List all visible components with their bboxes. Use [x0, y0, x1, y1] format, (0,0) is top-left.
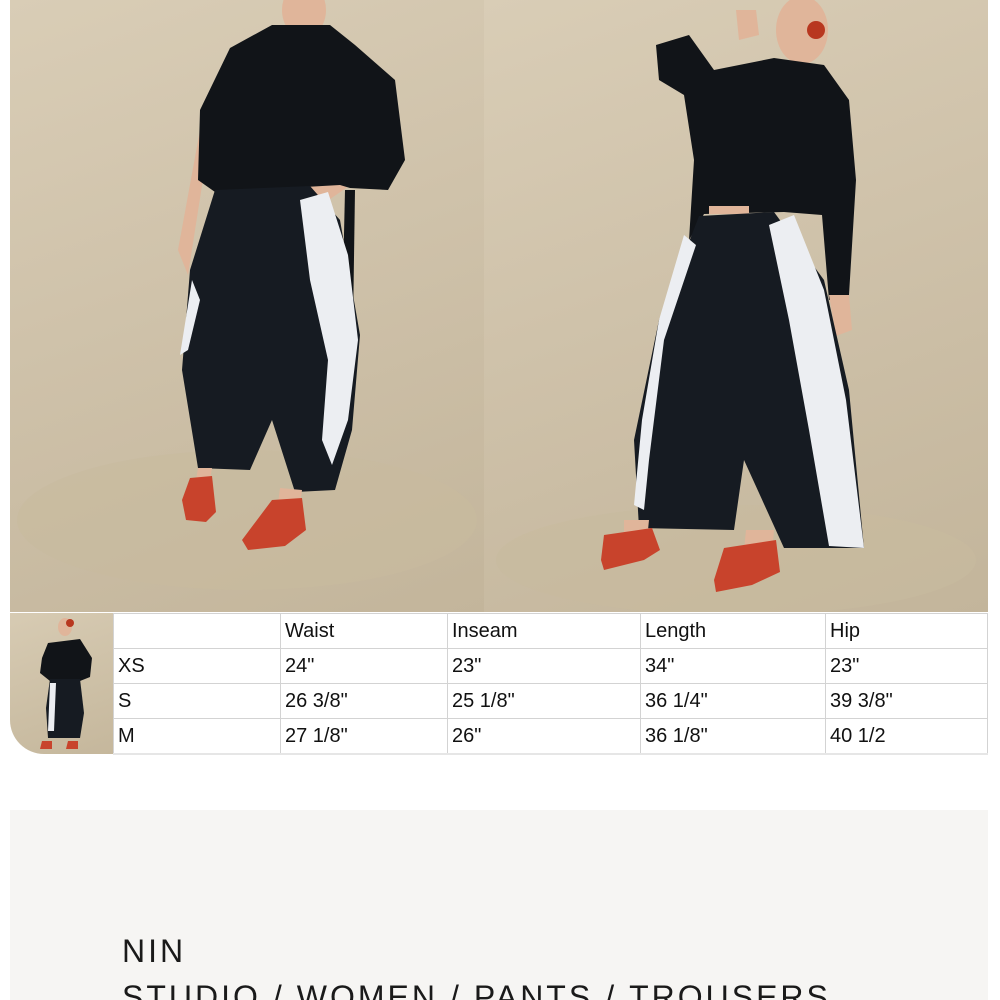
- product-photo-side[interactable]: [484, 0, 988, 612]
- header-cell-hip: Hip: [825, 613, 988, 649]
- size-row-xs: XS 24" 23" 34" 23": [113, 648, 988, 684]
- size-chart-header-row: Waist Inseam Length Hip: [113, 613, 988, 649]
- breadcrumb: NIN STUDIO / WOMEN / PANTS / TROUSERS: [122, 928, 828, 1000]
- waist-value: 24": [280, 648, 448, 684]
- model-front-illustration: [17, 0, 477, 590]
- size-label: S: [113, 683, 281, 719]
- breadcrumb-item-trousers[interactable]: TROUSERS: [629, 979, 831, 1000]
- hip-value: 40 1/2: [825, 718, 988, 755]
- inseam-value: 25 1/8": [447, 683, 641, 719]
- hip-value: 23": [825, 648, 988, 684]
- thumbnail-model-illustration: [40, 618, 92, 749]
- header-cell-empty: [113, 613, 281, 649]
- breadcrumb-separator: /: [272, 979, 285, 1000]
- header-cell-inseam: Inseam: [447, 613, 641, 649]
- length-value: 36 1/8": [640, 718, 826, 755]
- breadcrumb-separator: /: [605, 979, 618, 1000]
- length-value: 36 1/4": [640, 683, 826, 719]
- breadcrumb-item-brand[interactable]: NIN STUDIO: [122, 933, 261, 1000]
- breadcrumb-item-pants[interactable]: PANTS: [474, 979, 593, 1000]
- header-cell-length: Length: [640, 613, 826, 649]
- inseam-value: 26": [447, 718, 641, 755]
- length-value: 34": [640, 648, 826, 684]
- breadcrumb-item-women[interactable]: WOMEN: [297, 979, 438, 1000]
- size-chart-table: Waist Inseam Length Hip XS 24" 23" 34" 2…: [113, 613, 988, 755]
- product-info-panel: NIN STUDIO / WOMEN / PANTS / TROUSERS: [10, 810, 988, 1000]
- model-side-illustration: [496, 0, 976, 612]
- product-photo-front[interactable]: [10, 0, 484, 612]
- inseam-value: 23": [447, 648, 641, 684]
- header-cell-waist: Waist: [280, 613, 448, 649]
- hip-value: 39 3/8": [825, 683, 988, 719]
- waist-value: 26 3/8": [280, 683, 448, 719]
- size-row-s: S 26 3/8" 25 1/8" 36 1/4" 39 3/8": [113, 683, 988, 719]
- thumbnail-and-size-chart: Waist Inseam Length Hip XS 24" 23" 34" 2…: [10, 613, 988, 755]
- waist-value: 27 1/8": [280, 718, 448, 755]
- product-photo-gallery: [10, 0, 988, 612]
- size-label: XS: [113, 648, 281, 684]
- breadcrumb-separator: /: [449, 979, 462, 1000]
- size-row-m: M 27 1/8" 26" 36 1/8" 40 1/2: [113, 718, 988, 755]
- product-thumbnail[interactable]: [10, 613, 113, 754]
- size-label: M: [113, 718, 281, 755]
